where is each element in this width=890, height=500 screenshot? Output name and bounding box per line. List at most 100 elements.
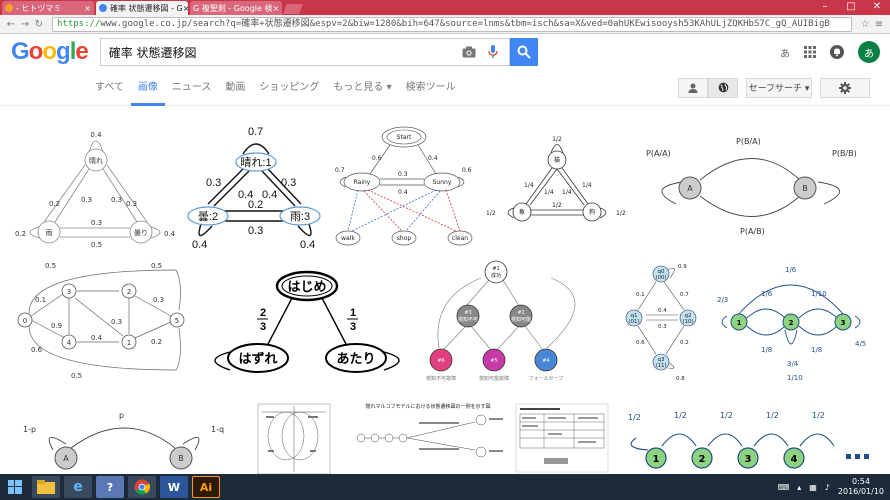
camera-icon[interactable]	[461, 44, 477, 60]
edge-label: 1/4	[544, 189, 554, 196]
edge-label: 0.2	[15, 230, 26, 238]
url-field[interactable]: https://www.google.co.jp/search?q=確率+状態遷…	[52, 16, 852, 32]
edge-label: 0.6	[372, 155, 382, 162]
image-result[interactable]: 1 2 3 1/6 1/6 1/10 2/3 1/8 3/4 1/8 4/5 1…	[713, 258, 871, 386]
close-tab-icon[interactable]: ×	[84, 4, 91, 13]
close-tab-icon[interactable]: ×	[272, 4, 279, 13]
tray-expand-icon[interactable]: ▴	[797, 483, 801, 492]
image-result[interactable]: #1 成功 #2 検知可能 #3 検知不可 #4 #5 #6 フォールセーフ 検…	[421, 258, 611, 386]
state-value: (11)	[655, 363, 666, 369]
image-result[interactable]: 晴れ:1 曇:2 雨:3 0.7 0.3 0.4 0.3 0.4 0.2 0.3…	[186, 124, 324, 252]
menu-icon[interactable]: ≡	[872, 19, 886, 30]
tab-images[interactable]: 画像	[130, 70, 165, 106]
forward-icon[interactable]: →	[18, 19, 32, 30]
node-label: 1	[653, 454, 660, 465]
input-tools-label[interactable]: あ	[780, 45, 790, 60]
image-result[interactable]: A B p 1-p 1-q	[11, 408, 239, 474]
search-input[interactable]: 確率 状態遷移図	[109, 44, 461, 61]
edge-label: 1/2	[552, 136, 562, 143]
tab-shopping[interactable]: ショッピング	[252, 70, 326, 106]
fraction-denominator: 3	[260, 321, 266, 333]
image-result[interactable]	[248, 402, 340, 474]
keyboard-icon[interactable]: ⌨	[778, 483, 790, 492]
node-label: Rainy	[354, 179, 371, 186]
word-icon[interactable]: W	[160, 476, 188, 498]
node-label: 晴れ	[89, 156, 103, 165]
node-label: 4	[67, 339, 72, 347]
start-button[interactable]	[0, 474, 30, 500]
edge-label: 1/10	[787, 374, 803, 382]
edge-label: 0.3	[206, 177, 221, 189]
notifications-icon[interactable]	[830, 45, 844, 59]
node-label: あたり	[336, 351, 375, 366]
network-icon[interactable]: ▦	[809, 483, 817, 492]
search-box[interactable]: 確率 状態遷移図	[99, 38, 510, 66]
global-results-button[interactable]	[708, 77, 738, 98]
reload-icon[interactable]: ↻	[32, 19, 46, 30]
close-tab-icon[interactable]: ×	[183, 4, 188, 13]
edge-label: 1/2	[674, 411, 687, 420]
volume-icon[interactable]: ♪	[825, 483, 830, 492]
node-label: Start	[397, 134, 412, 141]
chrome-icon[interactable]	[128, 476, 156, 498]
edge-label: 0.4	[192, 239, 207, 251]
edge-label: 0.2	[248, 199, 263, 211]
help-app-icon[interactable]: ?	[96, 476, 124, 498]
minimize-icon[interactable]: –	[812, 0, 838, 15]
taskbar: e ? W Ai ⌨ ▴ ▦ ♪ 0:54 2016/01/10	[0, 474, 890, 500]
tab-news[interactable]: ニュース	[165, 70, 219, 106]
close-window-icon[interactable]: ✕	[864, 0, 890, 15]
microphone-icon[interactable]	[485, 44, 501, 60]
new-tab-button[interactable]	[283, 4, 303, 14]
settings-button[interactable]	[820, 77, 870, 98]
edge-label: 0.1	[35, 296, 46, 304]
image-result[interactable]	[514, 402, 610, 474]
safesearch-dropdown[interactable]: セーフサーチ ▾	[746, 77, 812, 98]
account-avatar[interactable]: あ	[858, 41, 880, 63]
edge-label: 0.6	[31, 346, 43, 354]
node-label: 0	[23, 317, 27, 325]
image-result[interactable]: 隠れマルコフモデルにおける状態遷移図の一例を示す図	[349, 402, 507, 474]
image-result[interactable]: A B P(B/A) P(A/A) P(B/B) P(A/B)	[640, 132, 866, 240]
edge-label: 1-q	[211, 425, 224, 434]
figure-title: 隠れマルコフモデルにおける状態遷移図の一例を示す図	[366, 403, 491, 410]
image-result[interactable]: 猫 象 狗 1/2 1/4 1/4 1/4 1/4 1/2 1/2 1/2	[482, 132, 632, 240]
file-explorer-icon[interactable]	[32, 476, 60, 498]
edge-label: 4/5	[855, 340, 866, 348]
node-label: 雨:3	[290, 211, 310, 223]
node-label: 晴れ:1	[240, 156, 271, 169]
caption: 検知可能故障	[479, 375, 509, 382]
maximize-icon[interactable]: □	[838, 0, 864, 15]
back-icon[interactable]: ←	[4, 19, 18, 30]
edge-label: 0.7	[680, 292, 689, 298]
node-label: 成功	[491, 272, 501, 279]
google-logo[interactable]: Google	[11, 38, 89, 66]
node-label: 3	[67, 288, 71, 296]
image-result[interactable]: 晴れ 雨 曇り 0.4 0.2 0.3 0.3 0.3 0.3 0.5 0.2 …	[11, 124, 181, 252]
browser-tab-3[interactable]: G 複聖剣 - Google 検 ×	[190, 1, 282, 15]
edge-label: 1/2	[812, 411, 825, 420]
image-result[interactable]: 1 2 3 4 1/2 1/2 1/2 1/2 1/2	[624, 408, 876, 474]
edge-label: 0.3	[153, 296, 164, 304]
search-button[interactable]	[509, 38, 538, 66]
window-controls: – □ ✕	[812, 0, 890, 15]
private-results-button[interactable]	[678, 77, 708, 98]
image-result[interactable]: Start Rainy Sunny walk shop clean 0.6 0.…	[332, 124, 474, 252]
image-result[interactable]: 0 1 2 3 4 5 0.5 0.5 0.1 0.9 0.6 0.4 0.3 …	[11, 258, 192, 382]
internet-explorer-icon[interactable]: e	[64, 476, 92, 498]
edge-label: 1/4	[582, 182, 592, 189]
edge-label: 1/8	[761, 346, 772, 354]
clock[interactable]: 0:54 2016/01/10	[838, 477, 884, 497]
browser-tab-1[interactable]: - ヒトヅマミ ×	[2, 1, 94, 15]
tab-more[interactable]: もっと見る ▾	[326, 70, 398, 106]
star-icon[interactable]: ☆	[858, 19, 872, 30]
browser-tab-2[interactable]: 確率 状態遷移図 - G ×	[96, 1, 188, 15]
image-result[interactable]: q0 (00) q1 (01) q2 (10) q3 (11) 0.9 0.1 …	[618, 258, 706, 386]
tab-all[interactable]: すべて	[88, 70, 131, 106]
tab-search-tools[interactable]: 検索ツール	[399, 70, 463, 106]
image-result[interactable]: はじめ はずれ あたり 2 3 1 3	[200, 266, 414, 382]
url-text: www.google.co.jp/search?q=確率+状態遷移図&espv=…	[100, 18, 830, 29]
illustrator-icon[interactable]: Ai	[192, 476, 220, 498]
tab-videos[interactable]: 動画	[218, 70, 252, 106]
apps-grid-icon[interactable]	[804, 46, 816, 58]
